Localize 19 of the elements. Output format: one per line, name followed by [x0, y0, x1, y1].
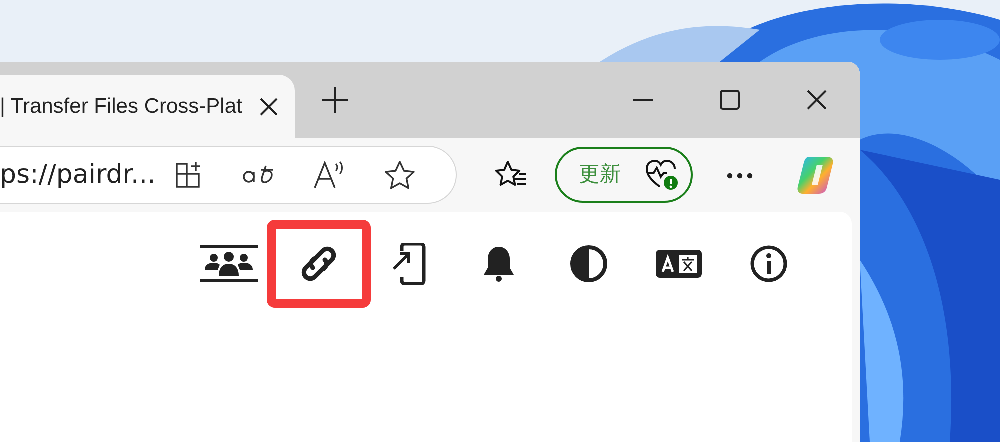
highlighted-toolbar-button[interactable] — [267, 220, 371, 308]
heart-alert-icon — [645, 159, 679, 191]
phone-arrow-icon — [392, 243, 426, 285]
browser-tab[interactable]: | Transfer Files Cross-Plat — [0, 75, 295, 138]
url-text: ps://pairdr... — [0, 158, 156, 192]
address-bar[interactable]: ps://pairdr... — [0, 146, 457, 204]
plus-icon — [320, 85, 350, 115]
update-button[interactable]: 更新 — [555, 147, 693, 203]
tab-title: | Transfer Files Cross-Plat — [0, 94, 242, 120]
people-icon — [200, 245, 258, 283]
info-icon — [750, 245, 788, 283]
translate-icon — [656, 248, 702, 280]
close-icon — [806, 90, 826, 110]
bell-icon — [482, 245, 516, 283]
minimize-icon — [632, 98, 652, 102]
favorite-star-icon[interactable] — [384, 160, 416, 190]
read-aloud-icon[interactable] — [314, 161, 346, 189]
maximize-icon — [720, 90, 740, 110]
contrast-icon — [570, 245, 608, 283]
